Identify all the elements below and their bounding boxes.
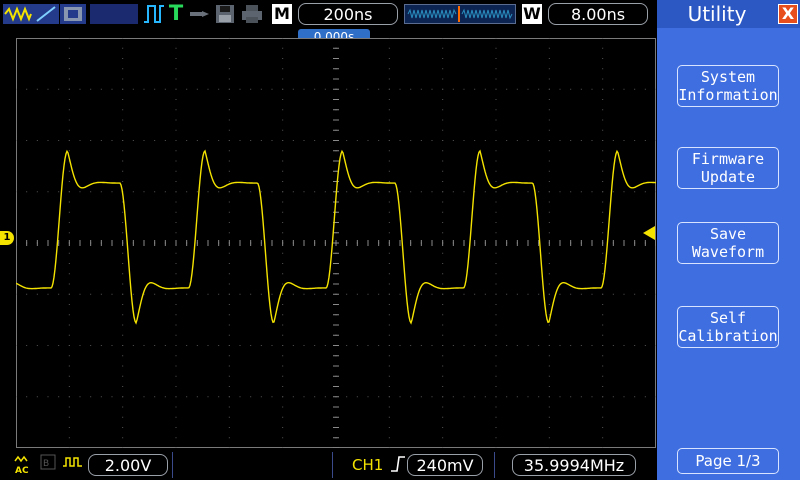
ch1-ground-marker[interactable]: 1 (0, 231, 14, 245)
save-waveform-button[interactable]: Save Waveform (677, 222, 779, 264)
pulse-trigger-icon[interactable] (143, 3, 165, 25)
svg-text:AC: AC (15, 466, 29, 474)
firmware-update-button[interactable]: Firmware Update (677, 147, 779, 189)
trigger-level-arrow-icon[interactable] (643, 226, 655, 240)
probe-icon (188, 5, 210, 23)
cursor-line-icon[interactable] (33, 4, 59, 24)
page-button[interactable]: Page 1/3 (677, 448, 779, 474)
window-timebase-label: W (522, 4, 542, 24)
self-calibration-button[interactable]: Self Calibration (677, 306, 779, 348)
trigger-source: CH1 (352, 456, 384, 474)
save-disk-icon[interactable] (214, 4, 236, 24)
timebase-readout[interactable]: 200ns (298, 3, 398, 25)
button-label-line2: Update (700, 168, 756, 186)
button-label-line1: Self (709, 309, 747, 327)
memory-depth-bar (404, 4, 516, 24)
button-label-line2: Calibration (678, 327, 778, 345)
invert-icon (62, 454, 84, 470)
menu-header: Utility X (657, 0, 800, 28)
button-label-line2: Information (678, 86, 778, 104)
svg-text:B: B (43, 459, 49, 469)
frequency-readout: 35.9994MHz (512, 454, 636, 476)
rising-edge-icon (390, 454, 406, 474)
main-timebase-label: M (272, 4, 292, 24)
system-information-button[interactable]: System Information (677, 65, 779, 107)
menu-title: Utility (687, 2, 747, 26)
status-bar: T M 200ns W 8.00ns (0, 0, 656, 28)
coupling-icon: AC (14, 454, 34, 477)
utility-menu: Utility X System Information Firmware Up… (657, 0, 800, 480)
blank-indicator (90, 4, 138, 24)
button-label-line1: Firmware (691, 150, 765, 168)
printer-icon[interactable] (240, 4, 264, 24)
bandwidth-limit-icon: B (40, 454, 56, 470)
window-timebase-readout[interactable]: 8.00ns (548, 3, 648, 25)
waveform-display[interactable] (16, 38, 656, 448)
screenshot-icon[interactable] (60, 4, 86, 24)
close-button[interactable]: X (778, 4, 798, 24)
trigger-level-readout[interactable]: 240mV (407, 454, 483, 476)
button-label-line2: Waveform (691, 243, 765, 261)
button-label-line1: Save (709, 225, 747, 243)
volts-per-div-readout[interactable]: 2.00V (88, 454, 168, 476)
button-label-line1: System (700, 68, 756, 86)
trigger-status-icon: T (168, 1, 184, 25)
waveform-icon[interactable] (3, 4, 33, 24)
